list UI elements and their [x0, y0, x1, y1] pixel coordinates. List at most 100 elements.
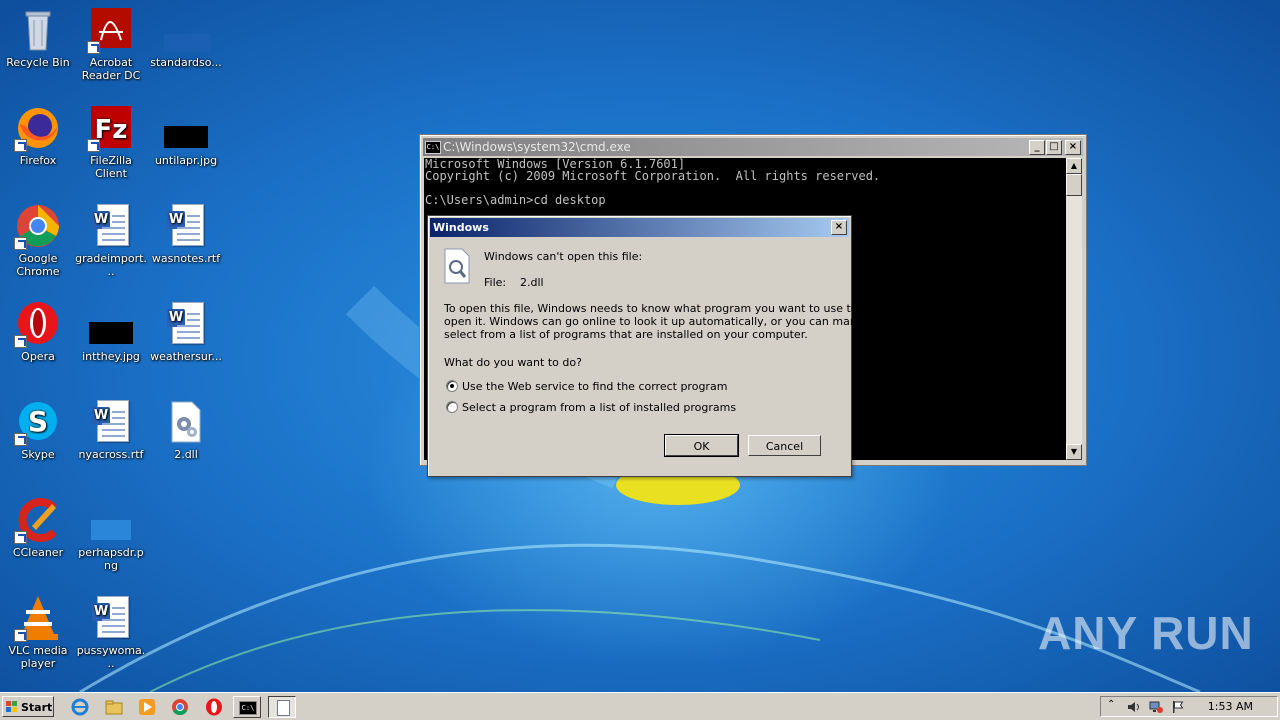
windows-flag-icon: [6, 701, 17, 712]
cancel-button[interactable]: Cancel: [748, 435, 821, 456]
desktop-icon-2dll[interactable]: 2.dll: [148, 398, 224, 461]
network-icon[interactable]: [1149, 700, 1163, 714]
dialog-message: Windows can't open this file:: [484, 250, 643, 263]
desktop-icon-chrome[interactable]: Google Chrome: [0, 202, 76, 278]
recycle-bin-icon: [14, 6, 62, 54]
file-explorer-icon[interactable]: [104, 697, 124, 717]
scroll-thumb[interactable]: [1066, 174, 1082, 196]
desktop-icon-intthey[interactable]: intthey.jpg: [73, 300, 149, 363]
word-document-icon: W: [87, 202, 135, 250]
ccleaner-icon: [14, 496, 62, 544]
taskbar-dialog-button[interactable]: [268, 696, 296, 718]
shortcut-arrow-icon: [14, 139, 27, 152]
image-file-icon: [87, 496, 135, 544]
desktop-icon-standardso[interactable]: standardso...: [148, 6, 224, 69]
console-line: C:\Users\admin>cd desktop: [425, 193, 606, 207]
desktop-icon-label: Google Chrome: [16, 252, 60, 278]
cmd-title-bar[interactable]: C:\ C:\Windows\system32\cmd.exe _ □ ×: [423, 138, 1083, 156]
desktop-icon-label: standardso...: [150, 56, 222, 69]
desktop-icon-label: untilapr.jpg: [154, 154, 218, 167]
cmd-vertical-scrollbar[interactable]: ▲ ▼: [1066, 158, 1082, 460]
image-file-icon: [87, 300, 135, 348]
desktop-icon-ccleaner[interactable]: CCleaner: [0, 496, 76, 559]
taskbar-clock[interactable]: 1:53 AM: [1208, 697, 1253, 717]
radio-web-service[interactable]: [446, 380, 458, 392]
anyrun-watermark: ANY RUN: [1038, 607, 1254, 659]
image-file-icon: [162, 104, 210, 152]
shortcut-arrow-icon: [87, 139, 100, 152]
opera-taskbar-icon[interactable]: [204, 697, 224, 717]
internet-explorer-icon[interactable]: [70, 697, 90, 717]
desktop-icon-label: weathersur...: [150, 350, 222, 363]
desktop-icon-skype[interactable]: S Skype: [0, 398, 76, 461]
show-hidden-icons-chevron-icon[interactable]: ⌃: [1107, 699, 1115, 710]
desktop-icon-firefox[interactable]: Firefox: [0, 104, 76, 167]
scroll-down-arrow-icon[interactable]: ▼: [1066, 444, 1082, 460]
skype-icon: S: [14, 398, 62, 446]
scroll-up-arrow-icon[interactable]: ▲: [1066, 158, 1082, 174]
word-document-icon: W: [162, 202, 210, 250]
dll-file-icon: [162, 398, 210, 446]
file-label: File:: [484, 276, 507, 289]
desktop-icon-label: gradeimport...: [75, 252, 147, 278]
desktop-icon-label: Skype: [21, 448, 55, 461]
desktop-icon-nyacross[interactable]: W nyacross.rtf: [73, 398, 149, 461]
desktop-icon-gradeimport[interactable]: W gradeimport...: [73, 202, 149, 278]
dialog-description-line: select from a list of programs that are …: [444, 328, 808, 341]
desktop-icon-pussywoma[interactable]: W pussywoma...: [73, 594, 149, 670]
media-player-icon[interactable]: [137, 697, 157, 717]
acrobat-reader-icon: [87, 6, 135, 54]
volume-icon[interactable]: [1127, 700, 1141, 714]
desktop-icon-label: Acrobat Reader DC: [81, 56, 141, 82]
desktop-icon-weathersur[interactable]: W weathersur...: [148, 300, 224, 363]
system-tray: ⌃ 1:53 AM: [1100, 696, 1278, 717]
desktop-icon-filezilla[interactable]: Fz FileZilla Client: [73, 104, 149, 180]
desktop-icon-label: nyacross.rtf: [78, 448, 144, 461]
search-document-icon: [442, 248, 470, 284]
desktop-icon-recycle-bin[interactable]: Recycle Bin: [0, 6, 76, 69]
dialog-close-button[interactable]: ×: [831, 220, 847, 235]
maximize-button[interactable]: □: [1046, 140, 1062, 155]
desktop-icon-untilapr[interactable]: untilapr.jpg: [148, 104, 224, 167]
opera-icon: [14, 300, 62, 348]
file-name: 2.dll: [520, 276, 544, 289]
taskbar-cmd-button[interactable]: C:\: [233, 696, 261, 718]
shortcut-arrow-icon: [87, 41, 100, 54]
vlc-icon: [14, 594, 62, 642]
chrome-taskbar-icon[interactable]: [170, 697, 190, 717]
open-with-dialog[interactable]: Windows × Windows can't open this file: …: [427, 215, 883, 477]
desktop-icon-perhapsdr[interactable]: perhapsdr.png: [73, 496, 149, 572]
dialog-title-bar[interactable]: Windows ×: [430, 218, 849, 237]
minimize-button[interactable]: _: [1029, 140, 1045, 155]
action-center-flag-icon[interactable]: [1171, 700, 1185, 714]
taskbar: Start C:\ ⌃ 1:53 AM: [0, 692, 1280, 720]
document-taskbar-icon: [277, 700, 290, 716]
shortcut-arrow-icon: [14, 433, 27, 446]
close-button[interactable]: ×: [1065, 140, 1081, 155]
filezilla-icon: Fz: [87, 104, 135, 152]
word-document-icon: W: [87, 594, 135, 642]
start-label: Start: [21, 701, 53, 714]
cmd-icon: C:\: [425, 141, 441, 154]
option-list-label[interactable]: Select a program from a list of installe…: [462, 401, 736, 414]
desktop-icon-wasnotes[interactable]: W wasnotes.rtf: [148, 202, 224, 265]
desktop-icon-vlc[interactable]: VLC media player: [0, 594, 76, 670]
dialog-title: Windows: [433, 221, 489, 234]
radio-installed-programs[interactable]: [446, 401, 458, 413]
dialog-question: What do you want to do?: [444, 356, 582, 369]
desktop-icon-label: perhapsdr.png: [78, 546, 144, 572]
cmd-title: C:\Windows\system32\cmd.exe: [443, 140, 631, 154]
dialog-body: Windows can't open this file: File: 2.dl…: [428, 238, 883, 476]
start-button[interactable]: Start: [2, 696, 54, 717]
shortcut-arrow-icon: [14, 335, 27, 348]
desktop-icon-label: intthey.jpg: [82, 350, 140, 363]
option-web-label[interactable]: Use the Web service to find the correct …: [462, 380, 727, 393]
console-line: Copyright (c) 2009 Microsoft Corporation…: [425, 169, 881, 183]
firefox-icon: [14, 104, 62, 152]
desktop-icon-acrobat[interactable]: Acrobat Reader DC: [73, 6, 149, 82]
shortcut-arrow-icon: [14, 237, 27, 250]
desktop-icon-opera[interactable]: Opera: [0, 300, 76, 363]
ok-button[interactable]: OK: [664, 434, 739, 457]
desktop-icon-label: Firefox: [19, 154, 57, 167]
desktop-icon-label: VLC media player: [8, 644, 68, 670]
